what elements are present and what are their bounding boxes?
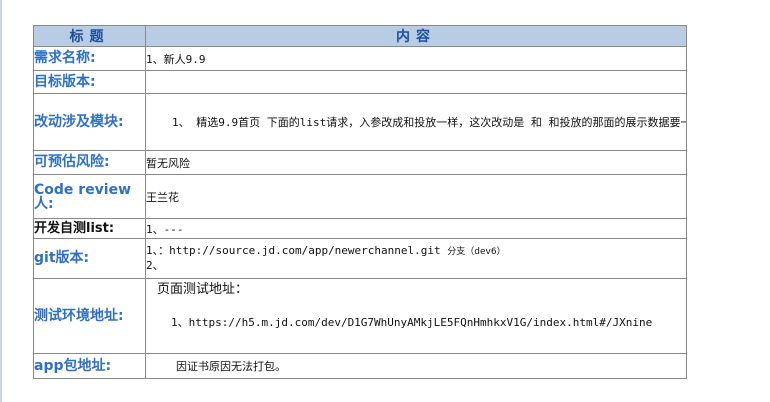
git-branch: 分支（dev6） — [447, 247, 506, 257]
document-page: 标题 内容 需求名称: 1、新人9.9 目标版本: 改动涉及模块: 1、 精选9… — [0, 0, 770, 402]
header-title-cell: 标题 — [33, 25, 146, 47]
table-row: 改动涉及模块: 1、 精选9.9首页 下面的list请求，入参改成和投放一样，这… — [33, 93, 687, 151]
table-row: Code review 人: 王兰花 — [33, 174, 687, 219]
app-pkg-value[interactable]: 因证书原因无法打包。 — [145, 353, 687, 379]
test-env-value[interactable]: 页面测试地址： 1、https://h5.m.jd.com/dev/D1G7Wh… — [145, 278, 687, 354]
code-review-label-line2: 人: — [34, 195, 54, 212]
git-label: git版本: — [33, 238, 146, 279]
target-version-value[interactable] — [145, 70, 687, 94]
table-row: 测试环境地址: 页面测试地址： 1、https://h5.m.jd.com/de… — [33, 278, 687, 354]
self-test-value[interactable]: 1、--- — [145, 218, 687, 239]
table-row: 目标版本: — [33, 70, 687, 94]
req-name-label: 需求名称: — [33, 46, 146, 71]
requirement-table: 标题 内容 需求名称: 1、新人9.9 目标版本: 改动涉及模块: 1、 精选9… — [33, 25, 687, 379]
header-content-cell: 内容 — [145, 25, 687, 47]
self-test-label: 开发自测list: — [33, 218, 146, 239]
app-pkg-label: app包地址: — [33, 353, 146, 379]
test-env-label: 测试环境地址: — [33, 278, 146, 354]
code-review-value[interactable]: 王兰花 — [145, 174, 687, 219]
risk-label: 可预估风险: — [33, 150, 146, 175]
table-row: git版本: 1、：http://source.jd.com/app/newer… — [33, 238, 687, 279]
risk-value[interactable]: 暂无风险 — [145, 150, 687, 175]
target-version-label: 目标版本: — [33, 70, 146, 94]
code-review-label-line1: Code review — [34, 181, 132, 198]
code-review-label: Code review 人: — [33, 174, 146, 219]
table-row: 可预估风险: 暂无风险 — [33, 150, 687, 175]
test-env-url[interactable]: 1、https://h5.m.jd.com/dev/D1G7WhUnyAMkjL… — [157, 316, 686, 330]
git-line-1: 1、：http://source.jd.com/app/newerchannel… — [146, 244, 686, 259]
git-url: 1、：http://source.jd.com/app/newerchannel… — [146, 244, 441, 257]
left-margin-bar — [0, 0, 2, 402]
git-value[interactable]: 1、：http://source.jd.com/app/newerchannel… — [145, 238, 687, 279]
table-header-row: 标题 内容 — [33, 25, 687, 47]
table-row: 开发自测list: 1、--- — [33, 218, 687, 239]
table-row: app包地址: 因证书原因无法打包。 — [33, 353, 687, 379]
git-line-2: 2、 — [146, 259, 164, 272]
modules-label: 改动涉及模块: — [33, 93, 146, 151]
test-env-title: 页面测试地址： — [157, 282, 249, 297]
modules-value[interactable]: 1、 精选9.9首页 下面的list请求，入参改成和投放一样，这次改动是 和 和… — [145, 93, 687, 151]
table-row: 需求名称: 1、新人9.9 — [33, 46, 687, 71]
req-name-value[interactable]: 1、新人9.9 — [145, 46, 687, 71]
